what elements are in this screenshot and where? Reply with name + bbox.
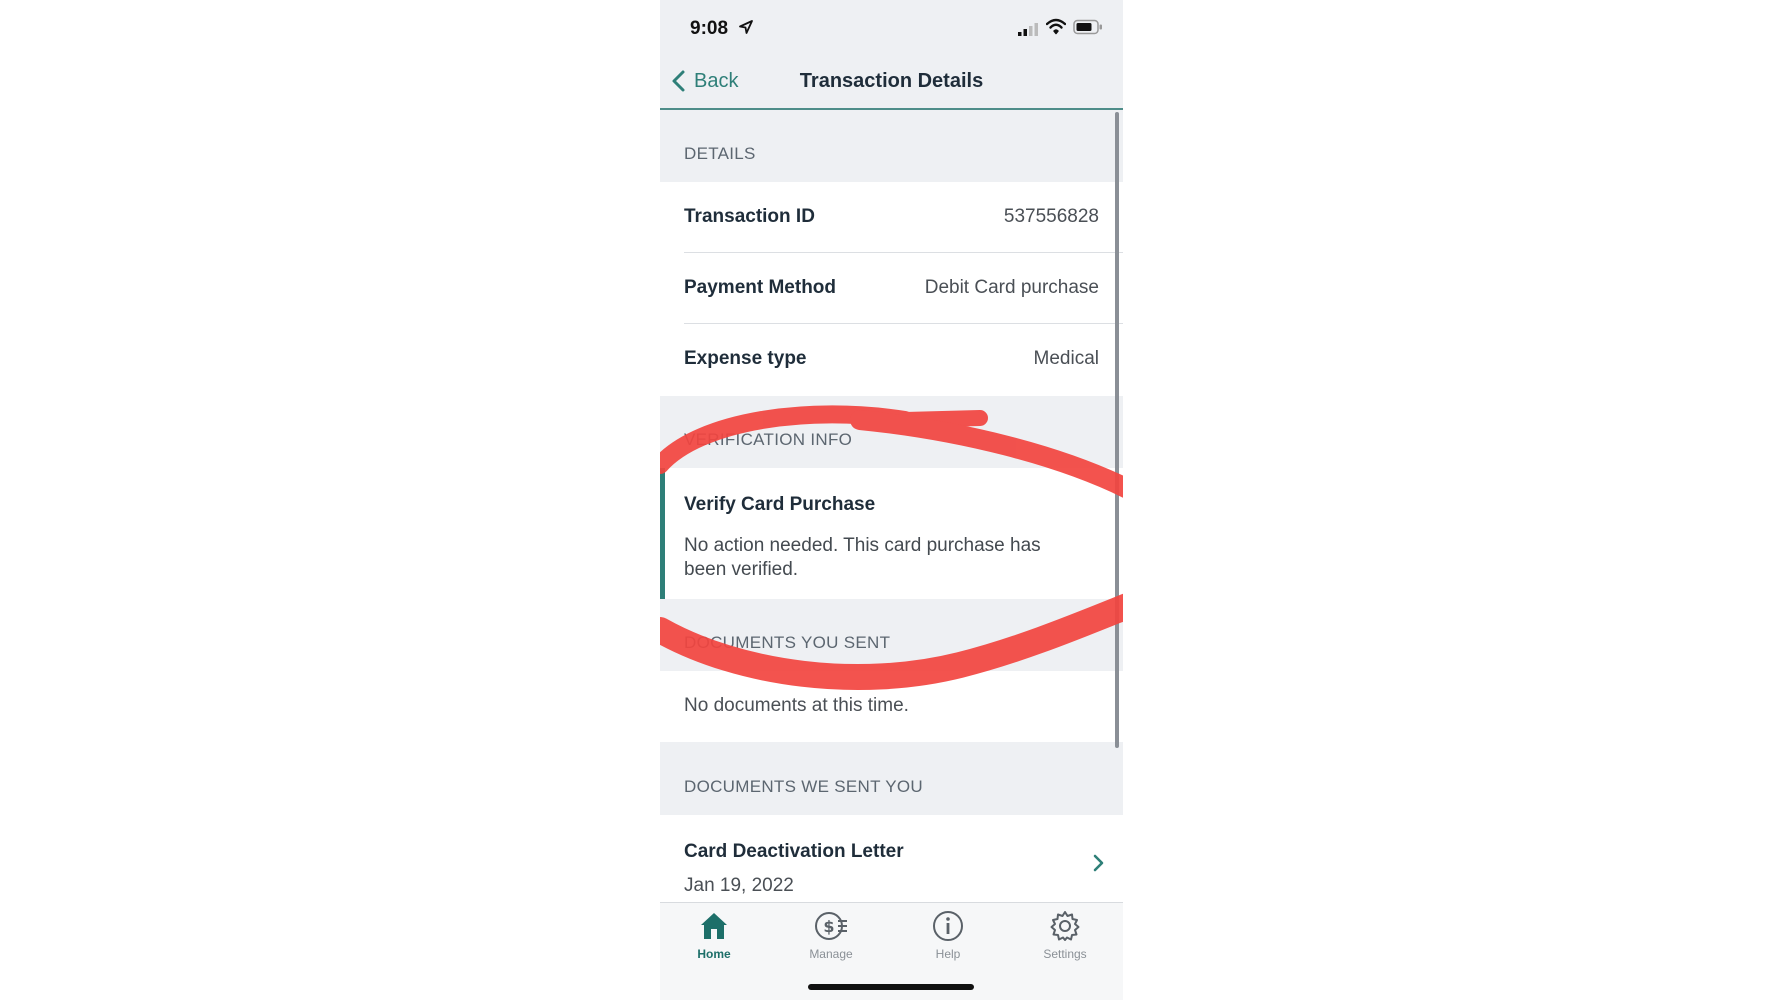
tab-home-label: Home	[697, 947, 731, 961]
scrollbar[interactable]	[1115, 112, 1119, 748]
info-icon	[933, 911, 963, 941]
documents-you-sent-header: DOCUMENTS YOU SENT	[660, 599, 1123, 671]
verification-section-header: VERIFICATION INFO	[660, 396, 1123, 468]
document-date: Jan 19, 2022	[684, 875, 794, 896]
verify-card-purchase-card: Verify Card Purchase No action needed. T…	[660, 468, 1123, 599]
no-documents-text: No documents at this time.	[684, 695, 909, 716]
home-icon	[701, 913, 727, 939]
transaction-id-row: Transaction ID 537556828	[660, 182, 1123, 253]
expense-type-value: Medical	[1033, 348, 1099, 369]
document-title: Card Deactivation Letter	[684, 841, 904, 862]
tab-manage-label: Manage	[809, 947, 853, 961]
tab-settings[interactable]: Settings	[1020, 909, 1110, 969]
transaction-id-label: Transaction ID	[684, 206, 815, 227]
expense-type-row: Expense type Medical	[660, 324, 1123, 396]
home-indicator	[808, 984, 974, 990]
page-title: Transaction Details	[799, 70, 984, 92]
payment-method-label: Payment Method	[684, 277, 837, 298]
tab-home[interactable]: Home	[669, 909, 759, 969]
details-section-header: DETAILS	[660, 110, 1123, 182]
card-deactivation-letter-row[interactable]: Card Deactivation Letter Jan 19, 2022	[660, 815, 1123, 902]
gear-icon	[1050, 911, 1080, 941]
expense-type-label: Expense type	[684, 348, 807, 369]
verify-card-title: Verify Card Purchase	[684, 494, 876, 515]
cellular-signal-icon	[1018, 23, 1038, 36]
tab-settings-label: Settings	[1043, 947, 1087, 961]
phone-screen: 9:08 Back Transaction Details DETAILS Tr…	[660, 0, 1123, 1000]
verify-card-text: No action needed. This card purchase has…	[684, 535, 1041, 580]
battery-icon	[1073, 19, 1102, 35]
verification-header-text: VERIFICATION INFO	[684, 430, 853, 449]
payment-method-value: Debit Card purchase	[924, 277, 1099, 298]
status-bar: 9:08	[660, 0, 1123, 56]
documents-you-sent-header-text: DOCUMENTS YOU SENT	[684, 633, 891, 652]
tab-manage[interactable]: $ Manage	[786, 909, 876, 969]
status-time: 9:08	[690, 18, 729, 39]
tab-help-label: Help	[935, 947, 961, 961]
documents-we-sent-header: DOCUMENTS WE SENT YOU	[660, 742, 1123, 815]
location-arrow-icon	[739, 20, 753, 34]
chevron-right-icon	[1093, 854, 1104, 872]
manage-dollar-icon: $	[815, 912, 847, 940]
details-header-text: DETAILS	[684, 144, 756, 163]
documents-we-sent-header-text: DOCUMENTS WE SENT YOU	[684, 777, 923, 796]
no-documents-row: No documents at this time.	[660, 671, 1123, 742]
transaction-details-content[interactable]: DETAILS Transaction ID 537556828 Payment…	[660, 110, 1123, 902]
wifi-icon	[1046, 18, 1066, 35]
svg-text:$: $	[823, 917, 834, 936]
navigation-bar: Back Transaction Details	[660, 56, 1123, 110]
payment-method-row: Payment Method Debit Card purchase	[660, 253, 1123, 324]
tab-help[interactable]: Help	[903, 909, 993, 969]
transaction-id-value: 537556828	[1003, 206, 1099, 227]
